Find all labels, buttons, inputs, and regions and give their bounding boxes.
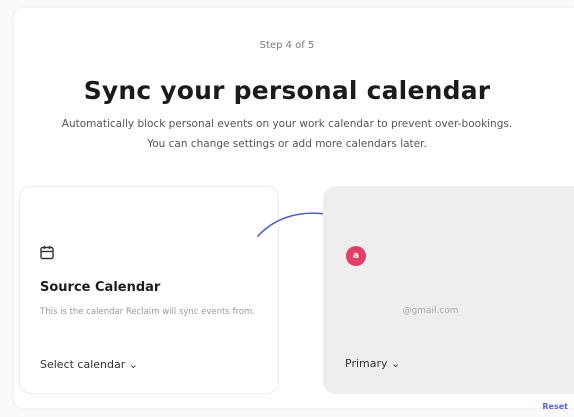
account-email: @gmail.com bbox=[402, 306, 459, 316]
source-calendar-title: Source Calendar bbox=[40, 280, 161, 295]
page-title: Sync your personal calendar bbox=[83, 76, 491, 105]
step-indicator: Step 4 of 5 bbox=[259, 40, 315, 51]
calendar-icon bbox=[40, 245, 54, 264]
select-calendar-dropdown[interactable]: Select calendar ⌄ bbox=[40, 358, 138, 371]
source-calendar-card[interactable]: Source Calendar This is the calendar Rec… bbox=[19, 186, 279, 394]
account-avatar: a bbox=[346, 246, 366, 266]
reset-link[interactable]: Reset bbox=[542, 402, 568, 411]
destination-calendar-card[interactable]: a @gmail.com Primary ⌄ bbox=[323, 186, 574, 394]
source-calendar-description: This is the calendar Reclaim will sync e… bbox=[40, 307, 255, 317]
primary-calendar-dropdown[interactable]: Primary ⌄ bbox=[345, 357, 400, 370]
page-subtitle: Automatically block personal events on y… bbox=[61, 118, 513, 150]
